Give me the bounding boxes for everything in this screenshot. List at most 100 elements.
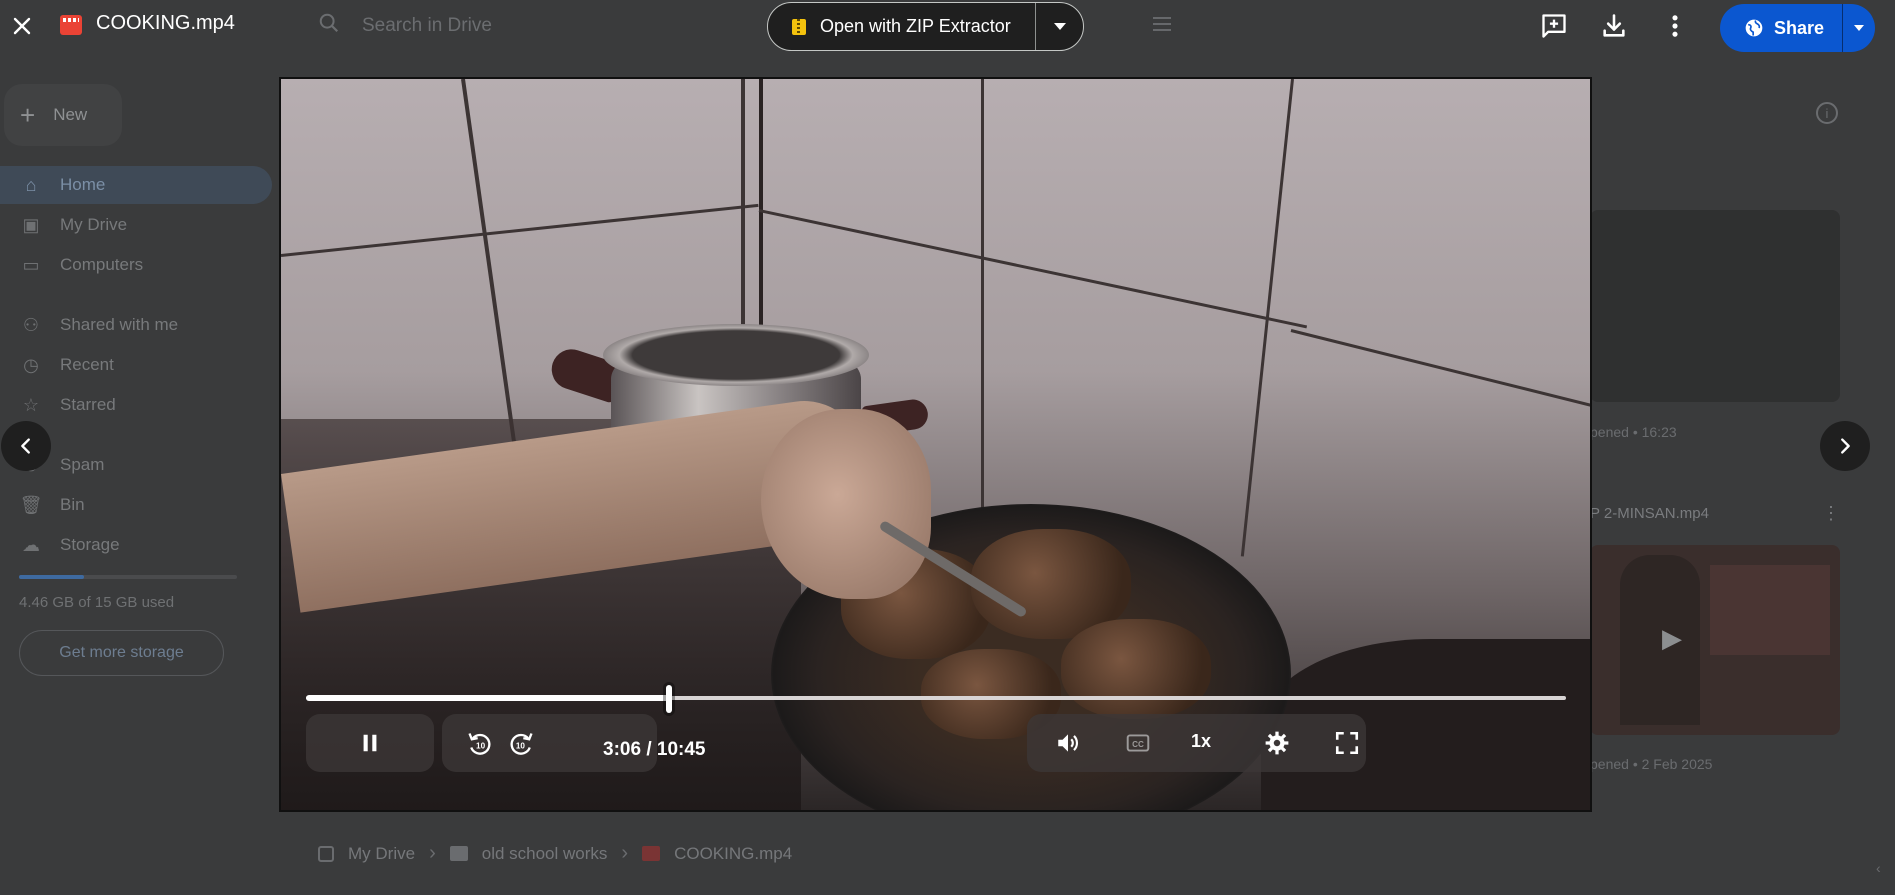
cloud-icon: ☁	[22, 534, 40, 555]
close-icon	[13, 17, 31, 35]
video-file-icon	[642, 846, 661, 861]
seek-played	[306, 695, 670, 701]
new-button-label: New	[53, 105, 88, 124]
forward-10-button[interactable]: 10	[505, 728, 537, 760]
zip-extractor-icon	[792, 18, 806, 35]
file-name[interactable]: P 2-MINSAN.mp4	[1590, 505, 1709, 522]
search-bar[interactable]: Search in Drive	[318, 12, 492, 40]
sidebar-item-label: My Drive	[60, 215, 128, 234]
svg-text:CC: CC	[1132, 740, 1144, 749]
home-icon: ⌂	[25, 174, 37, 195]
video-player[interactable]: 10 10 3:06 / 10:45 CC 1x	[279, 77, 1592, 812]
breadcrumb: My Drive › old school works › COOKING.mp…	[318, 842, 792, 865]
sidebar-item-label: Bin	[60, 495, 85, 514]
download-button[interactable]	[1599, 11, 1629, 41]
search-icon	[318, 12, 340, 40]
svg-text:10: 10	[516, 742, 526, 751]
info-icon[interactable]: i	[1816, 102, 1838, 124]
computer-icon: ▭	[22, 254, 40, 275]
forward-10-icon: 10	[510, 733, 533, 755]
more-vert-icon[interactable]: ⋮	[1822, 503, 1840, 524]
volume-button[interactable]	[1051, 727, 1085, 759]
sidebar-item-home[interactable]: ⌂ Home	[0, 166, 272, 204]
duration: 10:45	[656, 739, 706, 760]
svg-text:10: 10	[476, 742, 486, 751]
folder-icon	[449, 846, 468, 861]
current-time: 3:06	[603, 739, 642, 760]
breadcrumb-item[interactable]: COOKING.mp4	[674, 844, 792, 864]
right-controls-box: CC 1x	[1027, 714, 1366, 772]
time-separator: /	[646, 739, 652, 760]
plus-icon: +	[20, 100, 36, 130]
open-with-label: Open with ZIP Extractor	[820, 16, 1011, 36]
captions-icon: CC	[1126, 734, 1150, 752]
caret-down-icon	[1053, 23, 1066, 30]
play-pause-box	[306, 714, 434, 772]
search-options-icon[interactable]	[1150, 12, 1174, 42]
add-comment-button[interactable]	[1539, 11, 1569, 41]
breadcrumb-item[interactable]: old school works	[482, 844, 608, 864]
previous-file-button[interactable]	[1, 421, 51, 471]
sidebar-item-label: Spam	[60, 455, 105, 474]
my-drive-icon: ▣	[22, 214, 40, 235]
star-icon: ☆	[22, 394, 40, 415]
chevron-left-icon	[21, 438, 30, 454]
new-button[interactable]: + New	[4, 84, 122, 146]
storage-usage-bar	[19, 575, 237, 579]
file-thumbnail[interactable]: ▶	[1590, 545, 1840, 735]
open-with-dropdown[interactable]	[1036, 23, 1083, 30]
my-drive-icon	[318, 845, 334, 862]
add-comment-icon	[1542, 14, 1566, 38]
more-actions-button[interactable]	[1660, 11, 1690, 41]
volume-icon	[1058, 734, 1078, 752]
globe-icon	[1745, 19, 1763, 37]
sidebar-item-label: Storage	[60, 535, 120, 554]
play-icon: ▶	[1662, 623, 1682, 653]
caret-down-icon	[1854, 25, 1864, 31]
clock-icon: ◷	[23, 354, 39, 375]
fullscreen-button[interactable]	[1330, 727, 1364, 759]
sidebar-item-label: Starred	[60, 395, 116, 414]
breadcrumb-item[interactable]: My Drive	[348, 844, 415, 864]
file-meta: pened • 16:23	[1590, 424, 1677, 440]
file-meta: pened • 2 Feb 2025	[1590, 756, 1713, 772]
more-vert-icon	[1672, 15, 1678, 37]
chevron-right-icon: ›	[429, 842, 436, 864]
share-label: Share	[1774, 17, 1825, 38]
open-with-button[interactable]: Open with ZIP Extractor	[768, 3, 1036, 50]
trash-icon: 🗑	[19, 494, 43, 515]
download-icon	[1603, 14, 1625, 37]
settings-button[interactable]	[1260, 727, 1294, 759]
fullscreen-icon	[1335, 731, 1359, 755]
file-title: COOKING.mp4	[96, 12, 235, 34]
pause-button[interactable]	[350, 727, 390, 759]
people-icon: ⚇	[22, 314, 40, 335]
share-button[interactable]: Share	[1720, 4, 1843, 52]
sidebar-item-label: Recent	[60, 355, 114, 374]
search-placeholder: Search in Drive	[362, 15, 492, 36]
chevron-right-icon: ›	[621, 842, 629, 864]
close-viewer-button[interactable]	[6, 10, 38, 42]
pause-icon	[363, 734, 377, 752]
share-dropdown[interactable]	[1843, 25, 1875, 31]
playback-speed-button[interactable]: 1x	[1191, 731, 1211, 752]
sidebar-item-label: Computers	[60, 255, 144, 274]
captions-button[interactable]: CC	[1121, 727, 1155, 759]
storage-usage-text: 4.46 GB of 15 GB used	[19, 594, 175, 611]
seek-bar[interactable]	[306, 683, 1566, 713]
chevron-right-icon	[1841, 438, 1850, 454]
file-thumbnail[interactable]	[1590, 210, 1840, 402]
share-button-group: Share	[1720, 4, 1875, 52]
sidebar-item-label: Shared with me	[60, 315, 179, 334]
get-more-storage-button[interactable]: Get more storage	[19, 630, 224, 676]
seek-handle[interactable]	[666, 685, 673, 713]
rewind-10-icon: 10	[468, 733, 491, 755]
time-display: 3:06 / 10:45	[603, 739, 705, 761]
sidebar-item-label: Home	[60, 175, 106, 194]
video-file-icon	[60, 15, 82, 35]
open-with-button-group: Open with ZIP Extractor	[767, 2, 1084, 51]
rewind-10-button[interactable]: 10	[464, 728, 496, 760]
next-file-button[interactable]	[1820, 421, 1870, 471]
settings-icon	[1265, 731, 1289, 755]
chevron-left-icon[interactable]: ‹	[1876, 860, 1881, 876]
